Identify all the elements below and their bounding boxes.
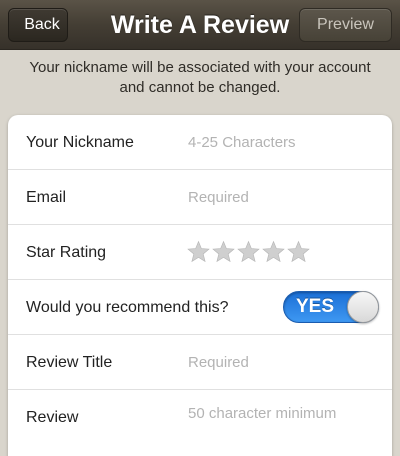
notice-line-1: Your nickname will be associated with yo… <box>29 59 371 76</box>
email-label: Email <box>26 189 67 206</box>
star-icon[interactable] <box>261 240 286 264</box>
review-row[interactable]: Review 50 character minimum <box>8 390 392 445</box>
toggle-yes-label: YES <box>296 296 335 317</box>
star-icon[interactable] <box>236 240 261 264</box>
recommend-row: Would you recommend this? YES <box>8 280 392 335</box>
notice-line-2: and cannot be changed. <box>119 79 281 96</box>
star-rating-label: Star Rating <box>26 244 107 261</box>
review-form: Your Nickname 4-25 Characters Email Requ… <box>8 115 392 456</box>
recommend-label: Would you recommend this? <box>26 299 229 316</box>
star-icon[interactable] <box>211 240 236 264</box>
review-title-label: Review Title <box>26 354 113 371</box>
star-icon[interactable] <box>286 240 311 264</box>
nickname-label: Your Nickname <box>26 134 134 151</box>
star-icon[interactable] <box>186 240 211 264</box>
review-title-row[interactable]: Review Title Required <box>8 335 392 390</box>
nickname-input[interactable]: 4-25 Characters <box>188 115 296 170</box>
star-rating-input[interactable] <box>186 240 311 264</box>
review-textarea[interactable]: 50 character minimum <box>188 386 336 441</box>
star-rating-row: Star Rating <box>8 225 392 280</box>
toggle-knob[interactable] <box>347 291 379 323</box>
nickname-row[interactable]: Your Nickname 4-25 Characters <box>8 115 392 170</box>
review-title-input[interactable]: Required <box>188 335 249 390</box>
recommend-toggle[interactable]: YES <box>283 291 379 323</box>
review-label: Review <box>26 409 79 426</box>
preview-button[interactable]: Preview <box>299 8 392 42</box>
navigation-bar: Back Write A Review Preview <box>0 0 400 50</box>
nickname-notice: Your nickname will be associated with yo… <box>0 58 400 98</box>
email-row[interactable]: Email Required <box>8 170 392 225</box>
email-input[interactable]: Required <box>188 170 249 225</box>
